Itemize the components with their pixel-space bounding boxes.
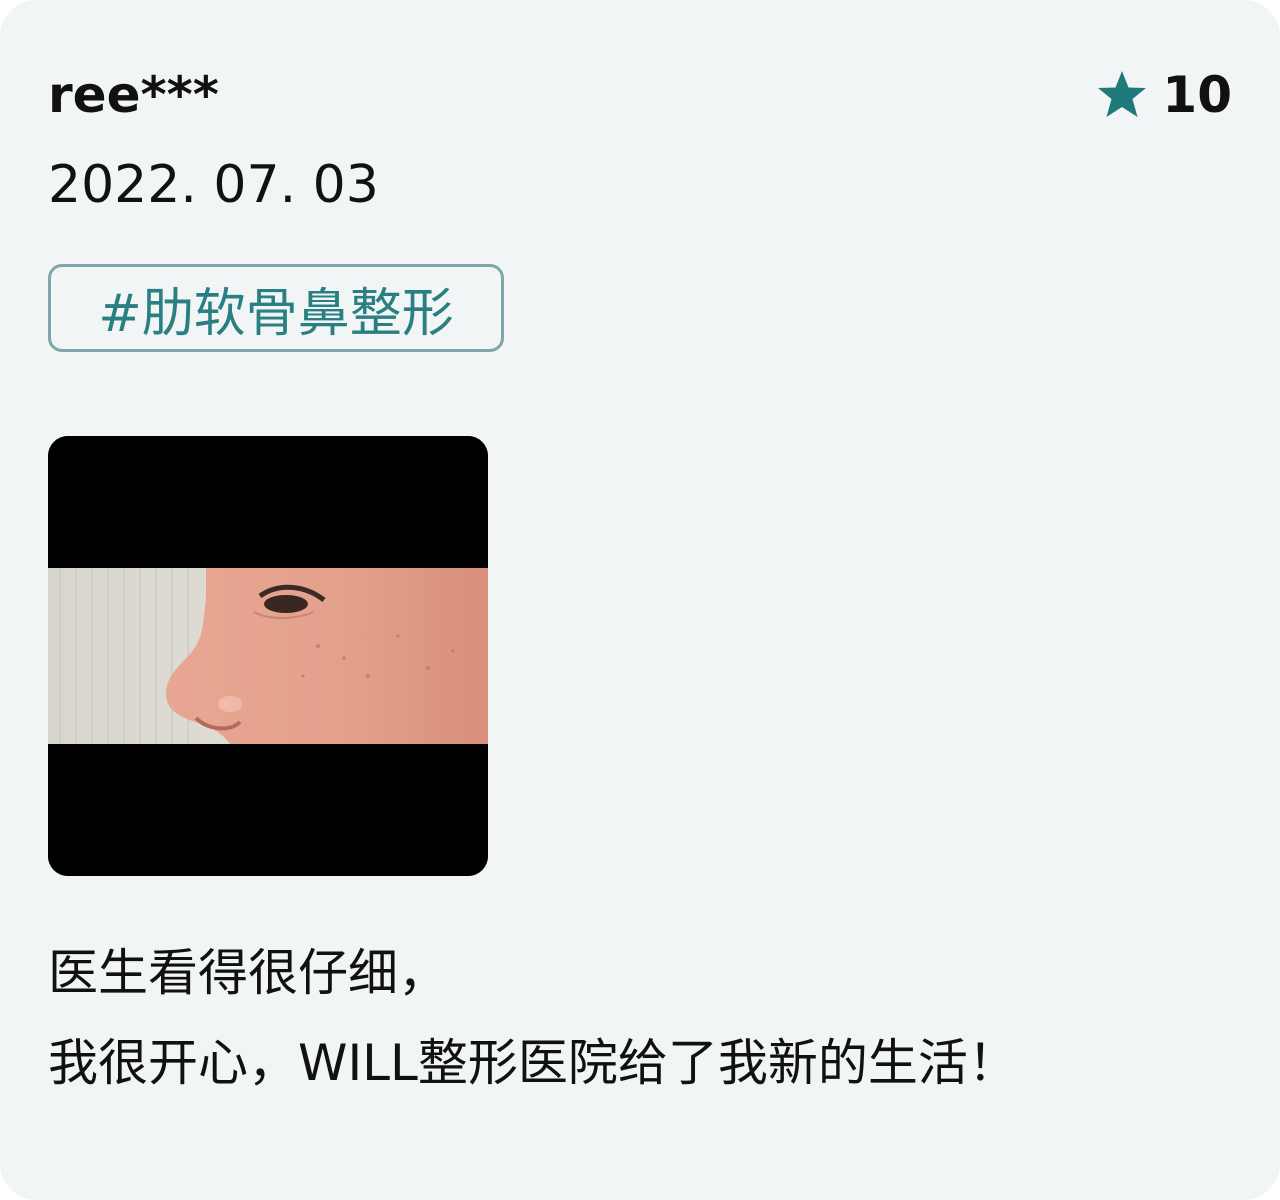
review-text-line: 我很开心，WILL整形医院给了我新的生活！ bbox=[48, 1034, 1018, 1092]
review-card: ree*** 10 2022. 07. 03 #肋软骨鼻整形 医生看得很仔细， … bbox=[0, 0, 1280, 1200]
procedure-tag[interactable]: #肋软骨鼻整形 bbox=[48, 264, 504, 352]
review-date: 2022. 07. 03 bbox=[48, 155, 379, 215]
reviewer-name: ree*** bbox=[48, 66, 219, 124]
rating: 10 bbox=[1094, 62, 1232, 128]
nose-profile-photo bbox=[48, 436, 488, 876]
rating-value: 10 bbox=[1162, 66, 1232, 124]
star-icon bbox=[1094, 67, 1150, 123]
review-text: 医生看得很仔细， 我很开心，WILL整形医院给了我新的生活！ bbox=[48, 928, 1228, 1108]
review-text-line: 医生看得很仔细， bbox=[48, 944, 448, 1002]
review-photo[interactable] bbox=[48, 436, 488, 876]
